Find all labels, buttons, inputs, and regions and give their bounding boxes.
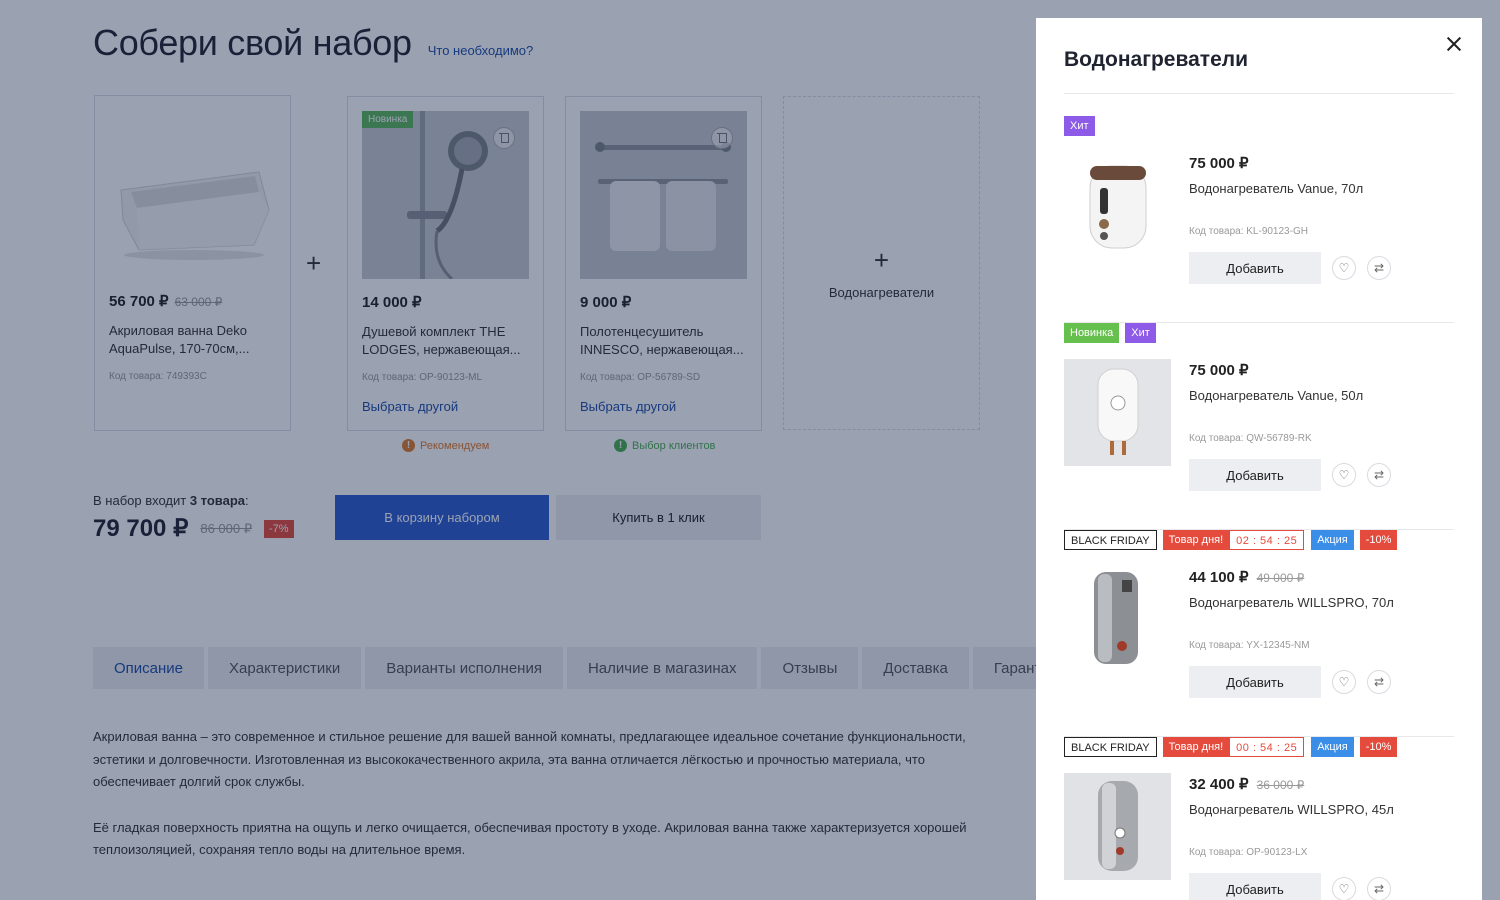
badge-deal-of-day: Товар дня! (1162, 737, 1230, 757)
heart-icon[interactable]: ♡ (1332, 670, 1356, 694)
product-name[interactable]: Водонагреватель Vanue, 50л (1189, 388, 1363, 403)
product-old-price: 36 000 ₽ (1256, 778, 1305, 792)
add-button[interactable]: Добавить (1189, 666, 1321, 698)
badge-deal-of-day: Товар дня! (1162, 530, 1230, 550)
drawer-product-item: BLACK FRIDAY Товар дня! 02 : 54 : 25 Акц… (1064, 530, 1454, 737)
product-name[interactable]: Водонагреватель WILLSPRO, 70л (1189, 595, 1394, 610)
badge-sale: Акция (1311, 530, 1354, 550)
badge-new: Новинка (1064, 323, 1120, 343)
drawer-product-item: Новинка Хит 75 000 ₽ Водонагреватель Van… (1064, 323, 1454, 530)
deal-timer: 02 : 54 : 25 (1229, 530, 1305, 550)
badge-black-friday: BLACK FRIDAY (1064, 530, 1157, 550)
product-code: Код товара: KL-90123-GH (1189, 226, 1308, 237)
compare-icon[interactable]: ⇄ (1367, 877, 1391, 900)
divider (1064, 93, 1454, 94)
product-image[interactable] (1064, 773, 1171, 880)
badge-hit: Хит (1064, 116, 1095, 136)
drawer-product-item: Хит 75 000 ₽ Водонагреватель Vanue, 70л … (1064, 116, 1454, 323)
compare-icon[interactable]: ⇄ (1367, 256, 1391, 280)
badge-black-friday: BLACK FRIDAY (1064, 737, 1157, 757)
product-code: Код товара: QW-56789-RK (1189, 433, 1312, 444)
product-old-price: 49 000 ₽ (1256, 571, 1305, 585)
add-button[interactable]: Добавить (1189, 459, 1321, 491)
product-image[interactable] (1064, 566, 1171, 673)
add-button[interactable]: Добавить (1189, 252, 1321, 284)
badge-discount: -10% (1359, 530, 1398, 550)
product-price: 44 100 ₽49 000 ₽ (1189, 569, 1305, 586)
close-icon[interactable] (1444, 34, 1464, 54)
product-price: 32 400 ₽36 000 ₽ (1189, 776, 1305, 793)
badge-discount: -10% (1359, 737, 1398, 757)
add-button[interactable]: Добавить (1189, 873, 1321, 900)
heart-icon[interactable]: ♡ (1332, 463, 1356, 487)
product-image[interactable] (1064, 359, 1171, 466)
badges: BLACK FRIDAY Товар дня! 00 : 54 : 25 Акц… (1064, 737, 1403, 757)
product-code: Код товара: OP-90123-LX (1189, 847, 1308, 858)
heart-icon[interactable]: ♡ (1332, 877, 1356, 900)
drawer-title: Водонагреватели (1064, 48, 1249, 71)
deal-timer: 00 : 54 : 25 (1229, 737, 1305, 757)
product-code: Код товара: YX-12345-NM (1189, 640, 1310, 651)
product-image[interactable] (1064, 152, 1171, 259)
compare-icon[interactable]: ⇄ (1367, 463, 1391, 487)
badges: Хит (1064, 116, 1101, 136)
product-name[interactable]: Водонагреватель Vanue, 70л (1189, 181, 1363, 196)
drawer-product-item: BLACK FRIDAY Товар дня! 00 : 54 : 25 Акц… (1064, 737, 1454, 900)
compare-icon[interactable]: ⇄ (1367, 670, 1391, 694)
badge-sale: Акция (1311, 737, 1354, 757)
badge-hit: Хит (1125, 323, 1156, 343)
product-name[interactable]: Водонагреватель WILLSPRO, 45л (1189, 802, 1394, 817)
product-price: 75 000 ₽ (1189, 362, 1249, 379)
badges: Новинка Хит (1064, 323, 1162, 343)
product-price: 75 000 ₽ (1189, 155, 1249, 172)
water-heaters-drawer: Водонагреватели Хит 75 000 ₽ Водонагрева… (1036, 18, 1482, 900)
badges: BLACK FRIDAY Товар дня! 02 : 54 : 25 Акц… (1064, 530, 1403, 550)
heart-icon[interactable]: ♡ (1332, 256, 1356, 280)
